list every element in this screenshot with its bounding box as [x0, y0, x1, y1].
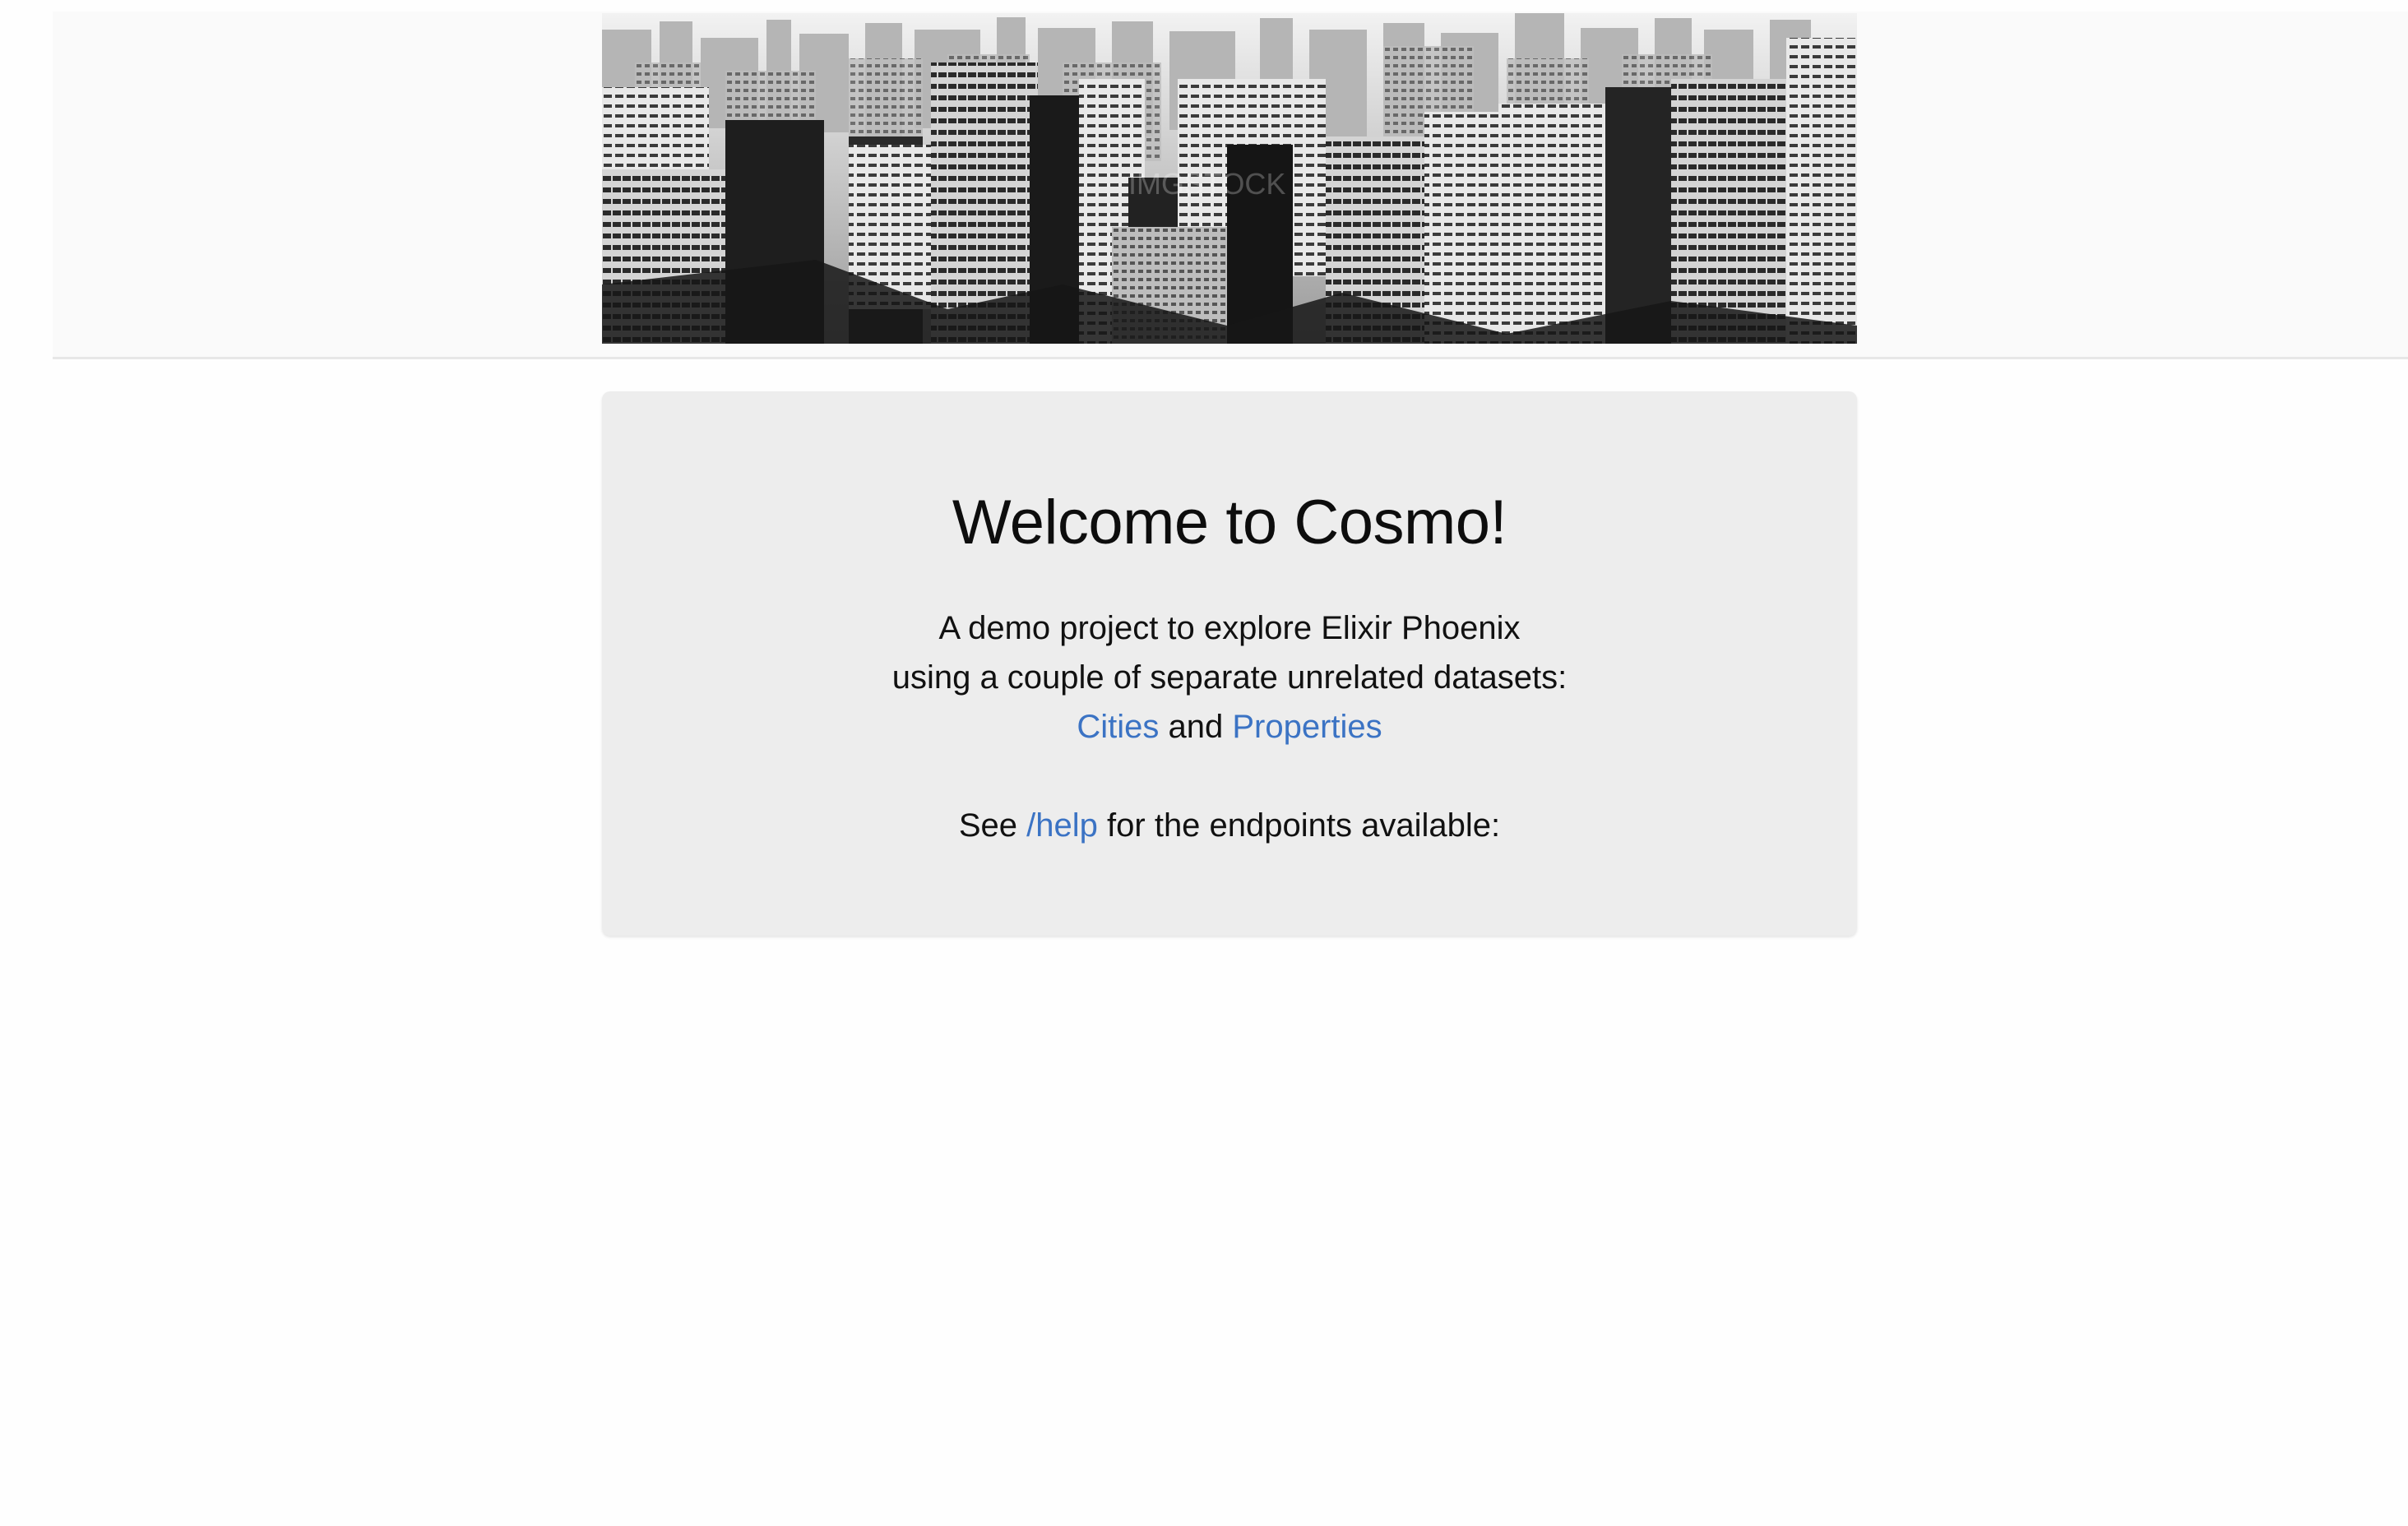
intro-line-1: A demo project to explore Elixir Phoenix: [938, 609, 1521, 646]
welcome-panel: Welcome to Cosmo! A demo project to expl…: [602, 391, 1857, 936]
help-text: See /help for the endpoints available:: [602, 801, 1857, 850]
intro-text: A demo project to explore Elixir Phoenix…: [602, 603, 1857, 751]
city-skyline-image: IMGSTOCK: [602, 13, 1857, 344]
properties-link[interactable]: Properties: [1232, 709, 1382, 745]
page-title: Welcome to Cosmo!: [952, 488, 1507, 557]
watermark-text: IMGSTOCK: [1128, 167, 1285, 201]
help-suffix: for the endpoints available:: [1107, 807, 1501, 844]
help-prefix: See: [958, 807, 1018, 844]
banner-image: IMGSTOCK: [602, 13, 1857, 344]
dataset-links: Cities and Properties: [602, 702, 1857, 751]
and-text: and: [1168, 708, 1224, 745]
help-link[interactable]: /help: [1026, 807, 1098, 844]
cities-link[interactable]: Cities: [1077, 709, 1159, 745]
intro-line-2: using a couple of separate unrelated dat…: [891, 659, 1568, 696]
